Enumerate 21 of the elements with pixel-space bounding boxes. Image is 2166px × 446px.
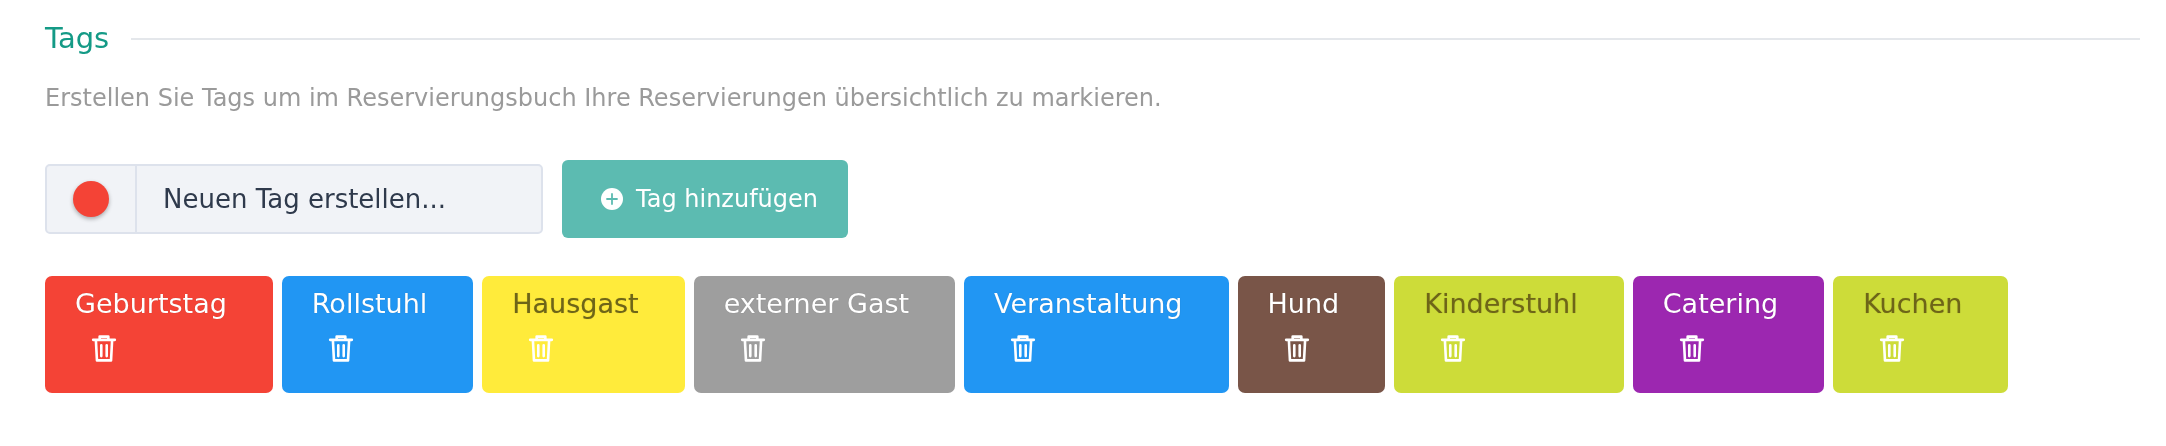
delete-icon[interactable] [1010,333,1037,364]
section-title: Tags [45,21,110,55]
new-tag-field[interactable]: Neuen Tag erstellen... [45,164,543,234]
tag-label: Kuchen [1863,288,1963,319]
color-picker-dot[interactable] [73,181,109,217]
delete-icon[interactable] [1283,333,1310,364]
plus-circle-icon [600,187,624,211]
tag-label: Hund [1267,288,1340,319]
delete-icon[interactable] [327,333,354,364]
tag-label: Catering [1662,288,1779,319]
tag-label: Rollstuhl [311,288,428,319]
tag-name-input[interactable]: Neuen Tag erstellen... [137,166,541,232]
tag-label: externer Gast [723,288,910,319]
tag-label: Veranstaltung [994,288,1183,319]
delete-icon[interactable] [1678,333,1705,364]
tag-label: Kinderstuhl [1424,288,1578,319]
tag-label: Geburtstag [75,288,227,319]
section-description: Erstellen Sie Tags um im Reservierungsbuch Ihre Reservierungen übersichtlich zu markieren. [45,84,1163,112]
tag-label: Hausgast [512,288,639,319]
add-tag-button[interactable]: Tag hinzufügen [562,160,849,238]
delete-icon[interactable] [91,333,117,364]
